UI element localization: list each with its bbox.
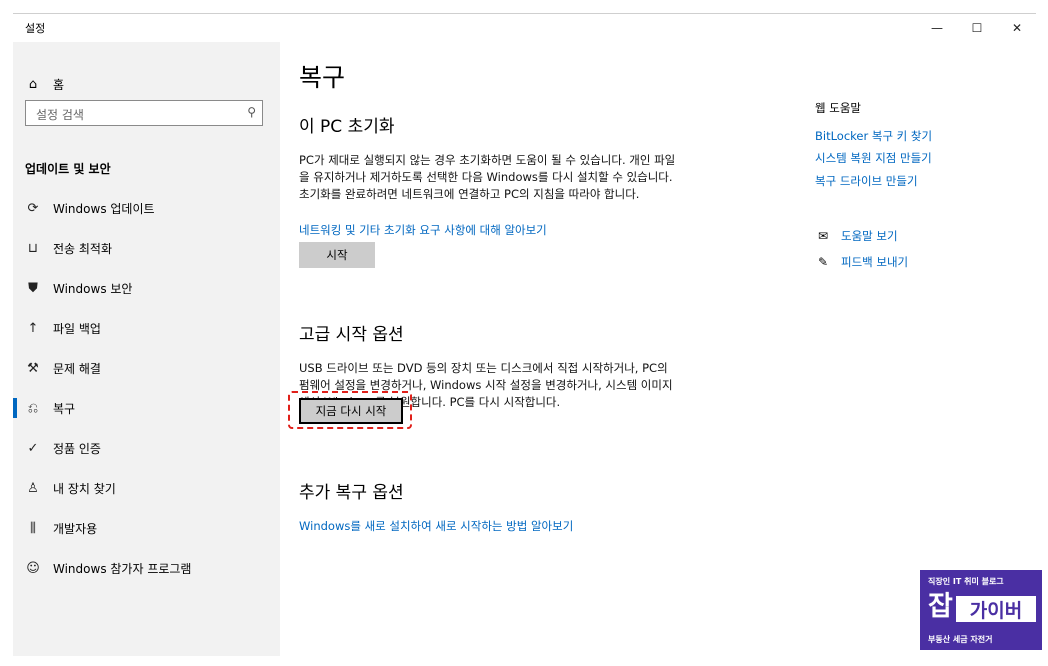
window-title: 설정 (25, 22, 46, 35)
page-title: 복구 (299, 63, 346, 92)
search-placeholder: 설정 검색 (36, 108, 84, 122)
watermark-top-text: 직장인 IT 취미 블로그 (928, 577, 1004, 586)
section-title: 업데이트 및 보안 (25, 162, 111, 176)
help-link-restore-point[interactable]: 시스템 복원 지점 만들기 (815, 150, 932, 166)
sidebar-item-label: 정품 인증 (53, 441, 101, 456)
watermark-logo: 직장인 IT 취미 블로그 잡 가이버 부동산 세금 자전거 (920, 570, 1042, 650)
sidebar-item-label: 복구 (53, 401, 76, 416)
sidebar-item-label: 내 장치 찾기 (53, 481, 116, 496)
get-help-link[interactable]: ✉ 도움말 보기 (815, 228, 898, 244)
advanced-startup-heading: 고급 시작 옵션 (299, 325, 404, 345)
sidebar-item-label: Windows 보안 (53, 281, 133, 296)
minimize-button[interactable]: — (918, 14, 956, 42)
sidebar: ⌂ 홈 설정 검색 ⚲ 업데이트 및 보안 ⟳ Windows 업데이트 ⊔ 전… (13, 42, 280, 656)
home-label: 홈 (53, 78, 65, 92)
close-button[interactable]: ✕ (998, 14, 1036, 42)
sidebar-item-label: Windows 업데이트 (53, 201, 155, 216)
more-recovery-heading: 추가 복구 옵션 (299, 483, 404, 503)
title-bar: 설정 — ☐ ✕ (13, 14, 1036, 42)
sidebar-item-windows-update[interactable]: ⟳ Windows 업데이트 (13, 188, 280, 228)
sidebar-item-label: 파일 백업 (53, 321, 101, 336)
reset-start-button[interactable]: 시작 (299, 242, 375, 268)
sidebar-item-for-developers[interactable]: ⫼ 개발자용 (13, 508, 280, 548)
recovery-icon: ⎌ (27, 400, 39, 416)
home-link[interactable]: ⌂ 홈 (25, 76, 64, 93)
watermark-bottom-text: 부동산 세금 자전거 (928, 635, 993, 644)
delivery-icon: ⊔ (27, 240, 39, 256)
sync-icon: ⟳ (27, 200, 39, 216)
feedback-label: 피드백 보내기 (841, 255, 909, 269)
settings-window: 설정 — ☐ ✕ ⌂ 홈 설정 검색 ⚲ 업데이트 및 보안 ⟳ Windows… (13, 13, 1036, 656)
sidebar-item-windows-security[interactable]: ⛊ Windows 보안 (13, 268, 280, 308)
maximize-button[interactable]: ☐ (958, 14, 996, 42)
sidebar-item-file-backup[interactable]: ↑ 파일 백업 (13, 308, 280, 348)
help-title: 웹 도움말 (815, 101, 861, 115)
insider-icon: ☺ (26, 560, 40, 576)
sidebar-item-troubleshoot[interactable]: ⚒ 문제 해결 (13, 348, 280, 388)
sidebar-item-insider-program[interactable]: ☺ Windows 참가자 프로그램 (13, 548, 280, 588)
search-input[interactable]: 설정 검색 ⚲ (25, 100, 263, 126)
home-icon: ⌂ (28, 77, 38, 92)
wrench-icon: ⚒ (27, 360, 39, 376)
reset-heading: 이 PC 초기화 (299, 117, 395, 137)
get-help-label: 도움말 보기 (841, 229, 898, 243)
help-link-recovery-drive[interactable]: 복구 드라이브 만들기 (815, 173, 918, 189)
sidebar-item-label: 전송 최적화 (53, 241, 113, 256)
watermark-big-text: 잡 (928, 591, 953, 622)
search-icon: ⚲ (247, 105, 256, 119)
reset-requirements-link[interactable]: 네트워킹 및 기타 초기화 요구 사항에 대해 알아보기 (299, 222, 547, 238)
sidebar-item-recovery[interactable]: ⎌ 복구 (13, 388, 280, 428)
sidebar-item-find-my-device[interactable]: ♙ 내 장치 찾기 (13, 468, 280, 508)
sidebar-item-label: 문제 해결 (53, 361, 101, 376)
shield-icon: ⛊ (28, 280, 38, 296)
sidebar-item-activation[interactable]: ✓ 정품 인증 (13, 428, 280, 468)
highlight-box (288, 391, 412, 429)
help-link-bitlocker[interactable]: BitLocker 복구 키 찾기 (815, 128, 932, 144)
fresh-start-link[interactable]: Windows를 새로 설치하여 새로 시작하는 방법 알아보기 (299, 518, 573, 534)
sidebar-item-delivery-optimization[interactable]: ⊔ 전송 최적화 (13, 228, 280, 268)
feedback-icon: ✎ (817, 255, 829, 269)
feedback-link[interactable]: ✎ 피드백 보내기 (815, 254, 908, 270)
reset-description: PC가 제대로 실행되지 않는 경우 초기화하면 도움이 될 수 있습니다. 개… (299, 153, 676, 201)
check-circle-icon: ✓ (27, 440, 39, 456)
watermark-sub-text: 가이버 (956, 596, 1036, 622)
sidebar-nav: ⟳ Windows 업데이트 ⊔ 전송 최적화 ⛊ Windows 보안 ↑ 파… (13, 188, 280, 588)
sidebar-item-label: Windows 참가자 프로그램 (53, 561, 192, 576)
developer-icon: ⫼ (30, 520, 36, 536)
backup-icon: ↑ (27, 320, 39, 336)
person-pin-icon: ♙ (27, 480, 39, 496)
help-chat-icon: ✉ (817, 229, 829, 243)
sidebar-item-label: 개발자용 (53, 521, 98, 536)
